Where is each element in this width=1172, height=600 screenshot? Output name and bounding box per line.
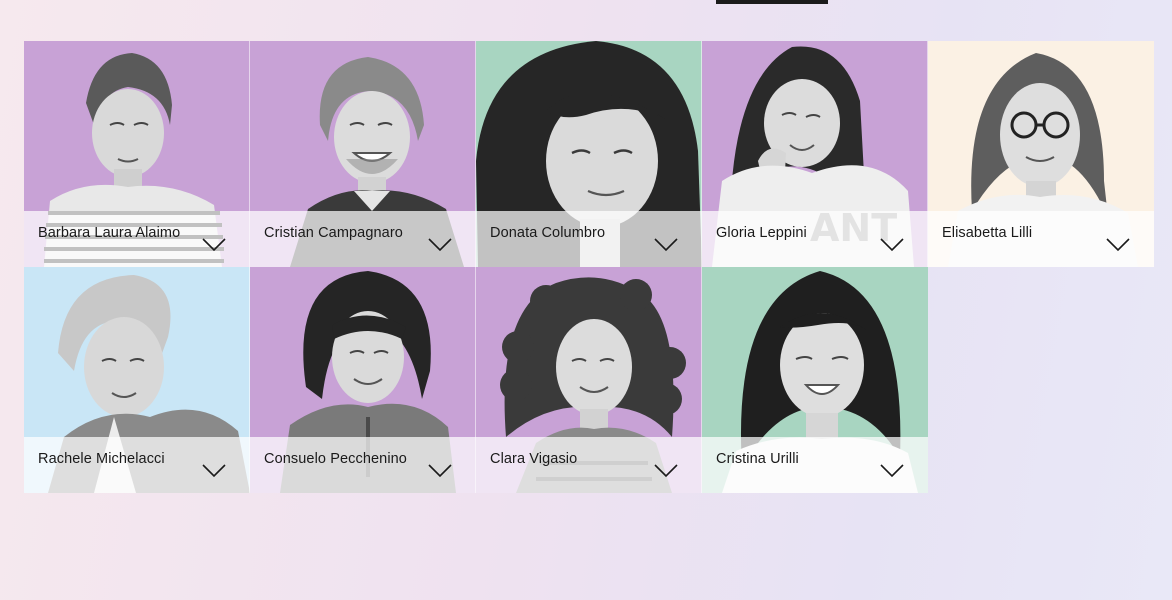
speaker-name: Elisabetta Lilli <box>942 225 1033 241</box>
speaker-name: Donata Columbro <box>490 225 606 241</box>
name-bar: Clara Vigasio <box>476 437 702 493</box>
name-bar: Consuelo Pecchenino <box>250 437 476 493</box>
chevron-down-icon[interactable] <box>880 464 904 478</box>
chevron-down-icon[interactable] <box>654 464 678 478</box>
speaker-name: Rachele Michelacci <box>38 451 165 467</box>
chevron-down-icon[interactable] <box>880 238 904 252</box>
active-tab-underline <box>716 0 828 4</box>
name-bar: Barbara Laura Alaimo <box>24 211 250 267</box>
chevron-down-icon[interactable] <box>202 464 226 478</box>
speaker-card[interactable]: Clara Vigasio <box>476 267 702 493</box>
speaker-card[interactable]: ANT Gloria Leppini <box>702 41 928 267</box>
speaker-card[interactable]: Donata Columbro <box>476 41 702 267</box>
name-bar: Donata Columbro <box>476 211 702 267</box>
name-bar: Cristina Urilli <box>702 437 928 493</box>
speaker-name: Consuelo Pecchenino <box>264 451 407 467</box>
speaker-name: Gloria Leppini <box>716 225 807 241</box>
name-bar: Rachele Michelacci <box>24 437 250 493</box>
chevron-down-icon[interactable] <box>1106 238 1130 252</box>
chevron-down-icon[interactable] <box>202 238 226 252</box>
name-bar: Elisabetta Lilli <box>928 211 1154 267</box>
speaker-card[interactable]: Cristina Urilli <box>702 267 928 493</box>
speaker-name: Barbara Laura Alaimo <box>38 225 181 241</box>
speaker-card[interactable]: Cristian Campagnaro <box>250 41 476 267</box>
speaker-card[interactable]: Consuelo Pecchenino <box>250 267 476 493</box>
chevron-down-icon[interactable] <box>428 238 452 252</box>
speaker-name: Clara Vigasio <box>490 451 578 467</box>
chevron-down-icon[interactable] <box>654 238 678 252</box>
speaker-name: Cristina Urilli <box>716 451 799 467</box>
name-bar: Gloria Leppini <box>702 211 928 267</box>
speaker-card[interactable]: Rachele Michelacci <box>24 267 250 493</box>
speaker-card[interactable]: Barbara Laura Alaimo <box>24 41 250 267</box>
chevron-down-icon[interactable] <box>428 464 452 478</box>
speaker-name: Cristian Campagnaro <box>264 225 403 241</box>
speaker-card[interactable]: Elisabetta Lilli <box>928 41 1154 267</box>
speaker-grid: Barbara Laura Alaimo Cristian Campagnaro <box>24 41 1154 493</box>
name-bar: Cristian Campagnaro <box>250 211 476 267</box>
